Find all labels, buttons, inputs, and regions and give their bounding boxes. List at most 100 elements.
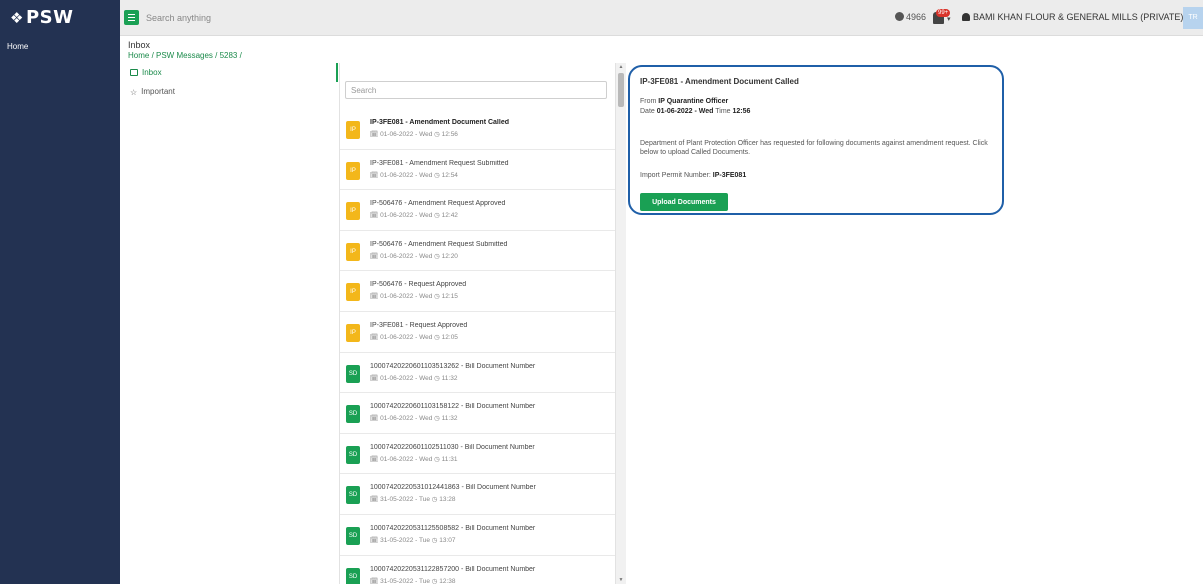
list-item[interactable]: SD 1000742022060110315812​2 - Bill Docume… (340, 393, 615, 434)
menu-toggle-button[interactable] (124, 10, 139, 25)
clock-icon: ◷ (434, 212, 440, 220)
calendar-icon: 🗓 (370, 415, 379, 423)
folder-panel: Inbox ☆ Important (120, 63, 339, 584)
message-date: 01-06-2022 - Wed (380, 252, 433, 260)
message-meta: 🗓 01-06-2022 - Wed ◷ 12:20 (370, 252, 458, 260)
avatar[interactable]: TR (1183, 7, 1203, 29)
message-list-scrollbar[interactable]: ▲ ▼ (615, 63, 626, 584)
message-type-badge: SD (346, 364, 360, 383)
message-meta: 🗓 01-06-2022 - Wed ◷ 12:54 (370, 171, 458, 179)
list-item[interactable]: IP IP-3FE081 - Request Approved 🗓 01-06-20… (340, 312, 615, 353)
time-value: 12:56 (732, 108, 751, 115)
notifications-dropdown[interactable]: 99+ ▾ (933, 9, 953, 27)
detail-subject: IP-3FE081 - Amendment Document Called (640, 77, 799, 86)
list-item[interactable]: IP IP-506476 - Amendment Request Submitte… (340, 231, 615, 272)
time-label: Time (715, 108, 731, 115)
user-menu[interactable]: BAMI KHAN FLOUR & GENERAL MILLS (PRIVATE… (962, 12, 1203, 22)
counter-value: 4966 (906, 12, 927, 22)
message-type-badge: IP (346, 161, 360, 180)
clock-icon: ◷ (434, 455, 440, 463)
clock-icon: ◷ (434, 171, 440, 179)
permit-value: IP-3FE081 (712, 172, 747, 179)
message-subject: IP-3FE081 - Amendment Document Called (370, 119, 509, 126)
message-type-badge: SD (346, 526, 360, 545)
message-time: 12:42 (441, 212, 458, 220)
message-type-badge: IP (346, 323, 360, 342)
message-meta: 🗓 01-06-2022 - Wed ◷ 11:32 (370, 414, 457, 422)
message-date: 01-06-2022 - Wed (380, 374, 433, 382)
page-title: Inbox (128, 40, 151, 50)
app-window: ❖PSW 4966 99+ ▾ BAMI KHAN FLOUR & GENERA… (0, 0, 1203, 584)
folder-important[interactable]: ☆ Important (130, 87, 175, 97)
clock-icon: ◷ (431, 577, 438, 584)
psw-logo[interactable]: ❖ PSW (0, 0, 120, 36)
message-search-input[interactable] (345, 81, 607, 99)
scroll-up-icon[interactable]: ▲ (618, 64, 624, 70)
message-date: 31-05-2022 - Tue (380, 577, 430, 584)
sidebar-item-home[interactable]: Home (7, 42, 28, 51)
message-time: 12:05 (441, 333, 458, 341)
message-subject: IP-506476 - Request Approved (370, 281, 467, 289)
message-subject: IP-506476 - Amendment Request Submitted (370, 240, 508, 248)
message-time: 12:56 (441, 131, 458, 138)
logo-text: PSW (25, 7, 74, 28)
message-time: 11:32 (441, 415, 458, 423)
detail-permit: Import Permit Number: IP-3FE081 (640, 172, 746, 179)
message-date: 01-06-2022 - Wed (380, 455, 433, 463)
list-item[interactable]: SD 1000742022060110351326​2 - Bill Docume… (340, 353, 615, 394)
date-label: Date (640, 108, 655, 115)
list-item[interactable]: SD 1000742022060110251103​0 - Bill Docume… (340, 434, 615, 475)
message-date: 01-06-2022 - Wed (380, 131, 433, 138)
message-time: 12:54 (441, 171, 458, 179)
hamburger-icon-line (128, 20, 135, 21)
calendar-icon: 🗓 (370, 212, 379, 220)
calendar-icon: 🗓 (370, 536, 379, 544)
scroll-down-icon[interactable]: ▼ (618, 577, 624, 583)
message-meta: 🗓 01-06-2022 - Wed ◷ 12:42 (370, 211, 458, 219)
message-subject: 1000742022060110315812​2 - Bill Document… (370, 403, 536, 411)
clock-icon: ◷ (434, 374, 440, 382)
calendar-icon: 🗓 (370, 252, 379, 260)
message-counter[interactable]: 4966 (895, 12, 926, 22)
list-item[interactable]: IP IP-506476 - Request Approved 🗓 01-06-20… (340, 271, 615, 312)
message-meta: 🗓 01-06-2022 - Wed ◷ 12:56 (370, 130, 458, 138)
clock-icon: ◷ (434, 293, 440, 301)
folder-label: Inbox (142, 68, 162, 77)
message-date: 31-05-2022 - Tue (380, 536, 430, 544)
list-item[interactable]: IP IP-3FE081 - Amendment Request Submitte… (340, 150, 615, 191)
date-value: 01-06-2022 - Wed (656, 108, 714, 115)
message-time: 13:07 (439, 536, 456, 544)
list-item[interactable]: SD 1000742022053112550858​2 - Bill Docume… (340, 515, 615, 556)
message-date: 01-06-2022 - Wed (380, 415, 433, 423)
top-bar: ❖PSW 4966 99+ ▾ BAMI KHAN FLOUR & GENERA… (0, 0, 1203, 36)
list-item[interactable]: IP IP-3FE081 - Amendment Document Called 🗓… (340, 109, 615, 150)
reading-pane: IP-3FE081 - Amendment Document Called Fr… (626, 63, 1203, 584)
list-item[interactable]: SD 1000742022053101244186​3 - Bill Docume… (340, 474, 615, 515)
detail-body: Department of Plant Protection Officer h… (640, 140, 988, 156)
clock-icon: ◷ (431, 496, 438, 504)
list-item[interactable]: SD 1000742022053112285720​0 - Bill Docume… (340, 556, 615, 584)
message-subject: 1000742022053112285720​0 - Bill Document… (370, 565, 536, 573)
global-search-input[interactable] (146, 9, 746, 27)
hamburger-icon-line (128, 17, 135, 18)
message-time: 11:31 (441, 455, 458, 463)
folder-label: Important (141, 87, 175, 96)
list-item[interactable]: IP IP-506476 - Amendment Request Approved… (340, 190, 615, 231)
message-type-badge: SD (346, 486, 360, 505)
detail-from: From IP Quarantine Officer (640, 98, 728, 105)
message-subject: IP-506476 - Amendment Request Approved (370, 200, 506, 208)
message-date: 01-06-2022 - Wed (380, 212, 433, 220)
upload-documents-button[interactable]: Upload Documents (640, 193, 728, 211)
calendar-icon: 🗓 (370, 171, 379, 179)
calendar-icon: 🗓 (370, 293, 379, 301)
message-meta: 🗓 01-06-2022 - Wed ◷ 11:31 (370, 455, 457, 463)
folder-inbox[interactable]: Inbox (130, 68, 162, 77)
clock-icon: ◷ (434, 252, 440, 260)
message-date: 31-05-2022 - Tue (380, 496, 430, 504)
active-folder-indicator (336, 63, 338, 82)
message-meta: 🗓 01-06-2022 - Wed ◷ 12:05 (370, 333, 458, 341)
clock-icon: ◷ (434, 333, 440, 341)
breadcrumb[interactable]: Home / PSW Messages / 5283 / (128, 51, 242, 60)
scrollbar-thumb[interactable] (618, 73, 624, 107)
message-type-badge: IP (346, 121, 360, 139)
